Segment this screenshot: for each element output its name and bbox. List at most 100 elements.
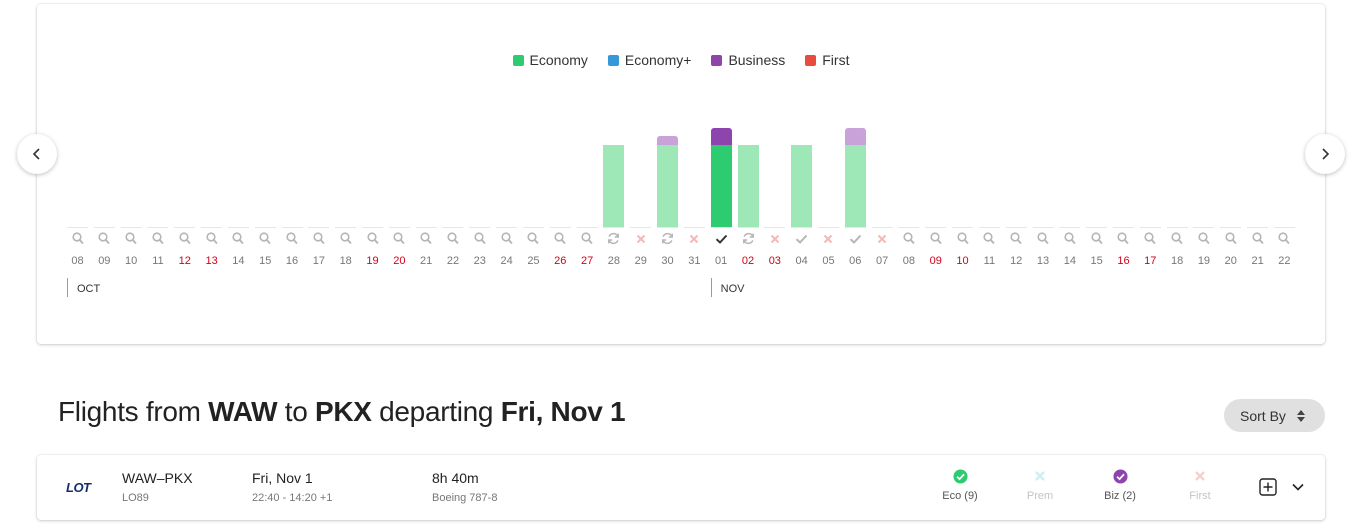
date-column[interactable]: 17	[1137, 4, 1164, 274]
date-column[interactable]: 21	[413, 4, 440, 274]
status-icon	[735, 232, 762, 248]
date-column[interactable]: 31	[681, 4, 708, 274]
search-icon	[393, 232, 405, 245]
date-column[interactable]: 22	[439, 4, 466, 274]
date-column[interactable]: 10	[118, 4, 145, 274]
status-icon	[520, 232, 547, 248]
date-column[interactable]: 19	[1190, 4, 1217, 274]
date-column[interactable]: 04	[788, 4, 815, 274]
date-column[interactable]: 17	[305, 4, 332, 274]
economy-bar	[603, 145, 625, 227]
add-flight-button[interactable]	[1259, 478, 1277, 501]
day-number: 08	[902, 255, 916, 267]
flight-duration: 8h 40m	[432, 470, 479, 486]
baseline	[147, 227, 169, 228]
next-dates-button[interactable]	[1305, 134, 1345, 174]
baseline	[844, 227, 866, 228]
date-column[interactable]: 10	[949, 4, 976, 274]
bar-area	[577, 94, 598, 227]
bar-area	[523, 94, 544, 227]
date-column[interactable]: 15	[252, 4, 279, 274]
date-column[interactable]: 12	[171, 4, 198, 274]
results-title: Flights from WAW to PKX departing Fri, N…	[58, 396, 626, 428]
date-column[interactable]: 14	[225, 4, 252, 274]
day-number: 17	[1144, 255, 1157, 267]
status-icon	[869, 232, 896, 248]
baseline	[1059, 227, 1081, 228]
date-column[interactable]: 20	[386, 4, 413, 274]
day-number: 10	[125, 255, 138, 267]
x-icon	[770, 234, 780, 244]
flight-number: LO89	[122, 492, 149, 504]
date-column[interactable]: 13	[1030, 4, 1057, 274]
date-column[interactable]: 26	[547, 4, 574, 274]
date-column[interactable]: 09	[922, 4, 949, 274]
day-number: 29	[634, 255, 647, 267]
date-column[interactable]: 24	[493, 4, 520, 274]
date-column[interactable]: 07	[869, 4, 896, 274]
day-number: 20	[393, 255, 406, 267]
date-column[interactable]: 19	[359, 4, 386, 274]
day-number: 25	[527, 255, 540, 267]
date-column[interactable]: 08	[64, 4, 91, 274]
chevron-right-icon	[1322, 148, 1330, 160]
date-column[interactable]: 11	[144, 4, 171, 274]
baseline	[549, 227, 571, 228]
date-column[interactable]: 25	[520, 4, 547, 274]
search-icon	[956, 232, 969, 245]
date-column[interactable]: 14	[1056, 4, 1083, 274]
date-column[interactable]: 13	[198, 4, 225, 274]
baseline	[308, 227, 330, 228]
day-number: 12	[178, 255, 191, 267]
date-column[interactable]: 03	[761, 4, 788, 274]
bar-area	[1220, 94, 1241, 227]
date-column[interactable]: 18	[1164, 4, 1191, 274]
bar-area	[898, 94, 919, 227]
date-column[interactable]: 09	[91, 4, 118, 274]
sort-by-button[interactable]: Sort By	[1224, 399, 1325, 432]
date-column[interactable]: 01	[708, 4, 735, 274]
date-column[interactable]: 28	[600, 4, 627, 274]
date-column[interactable]: 16	[279, 4, 306, 274]
date-column[interactable]: 30	[654, 4, 681, 274]
search-icon	[205, 232, 218, 245]
sort-arrows-icon	[1296, 409, 1305, 422]
date-column[interactable]: 11	[976, 4, 1003, 274]
sort-label: Sort By	[1240, 407, 1286, 424]
search-icon	[340, 232, 352, 245]
date-column[interactable]: 02	[735, 4, 762, 274]
date-column[interactable]: 23	[466, 4, 493, 274]
day-number: 15	[259, 255, 272, 267]
day-number: 13	[1036, 255, 1050, 267]
date-column[interactable]: 21	[1244, 4, 1271, 274]
x-icon	[1195, 471, 1205, 481]
date-column[interactable]: 16	[1110, 4, 1137, 274]
date-column[interactable]: 29	[627, 4, 654, 274]
expand-flight-button[interactable]	[1291, 480, 1305, 499]
baseline	[335, 227, 357, 228]
search-icon	[366, 232, 379, 245]
date-column[interactable]: 08	[895, 4, 922, 274]
title-prefix: Flights from	[58, 396, 201, 427]
baseline	[817, 227, 839, 228]
date-column[interactable]: 15	[1083, 4, 1110, 274]
day-number: 16	[1117, 255, 1130, 267]
date-column[interactable]: 27	[574, 4, 601, 274]
date-column[interactable]: 18	[332, 4, 359, 274]
bar-area	[469, 94, 490, 227]
date-column[interactable]: 20	[1217, 4, 1244, 274]
status-icon	[1244, 232, 1271, 248]
flight-row[interactable]: LOT WAW–PKX LO89 Fri, Nov 1 22:40 - 14:2…	[37, 455, 1325, 520]
cabin-economy: Eco (9)	[930, 469, 990, 502]
date-column[interactable]: 05	[815, 4, 842, 274]
search-icon	[1091, 232, 1103, 245]
date-column[interactable]: 12	[1003, 4, 1030, 274]
search-icon	[179, 232, 191, 245]
search-icon	[903, 232, 915, 245]
bar-area	[67, 94, 88, 227]
bar-area	[737, 94, 759, 227]
baseline	[67, 227, 88, 228]
previous-dates-button[interactable]	[17, 134, 57, 174]
date-column[interactable]: 06	[842, 4, 869, 274]
date-column[interactable]: 22	[1271, 4, 1298, 274]
